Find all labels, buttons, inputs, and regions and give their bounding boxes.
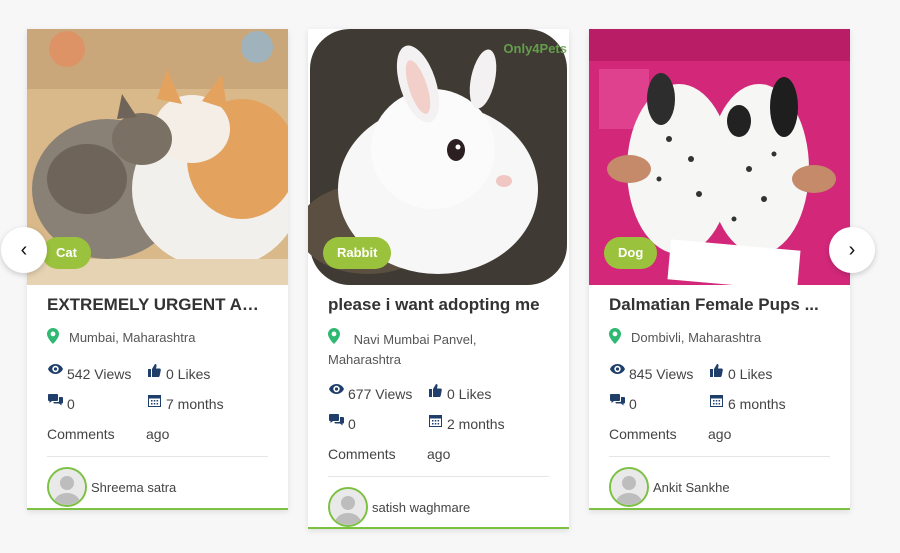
comments-stat[interactable]: 0 Comments	[328, 414, 427, 464]
comments-icon	[47, 394, 63, 406]
listing-card[interactable]: Only4Pets Rabbit please i want adopting …	[308, 29, 569, 529]
location-pin-icon	[609, 328, 621, 350]
location-pin-icon	[328, 328, 340, 350]
calendar-icon	[708, 394, 724, 407]
listing-photo[interactable]: Dog	[589, 29, 850, 285]
listing-title[interactable]: EXTREMELY URGENT AD...	[47, 294, 268, 316]
views-stat: 845 Views	[609, 364, 708, 384]
location-pin-icon	[47, 328, 59, 350]
author-name[interactable]: Shreema satra	[91, 480, 176, 495]
location-text: Mumbai, Maharashtra	[69, 330, 196, 345]
author-name[interactable]: satish waghmare	[372, 500, 470, 515]
likes-stat[interactable]: 0 Likes	[708, 364, 830, 384]
comments-stat[interactable]: 0 Comments	[609, 394, 708, 444]
avatar[interactable]	[328, 487, 368, 527]
comments-icon	[328, 414, 344, 426]
views-stat: 677 Views	[328, 384, 427, 404]
listing-photo[interactable]: Only4Pets Rabbit	[308, 29, 569, 285]
listing-title[interactable]: Dalmatian Female Pups ...	[609, 294, 830, 316]
author-row[interactable]: Ankit Sankhe	[609, 467, 830, 507]
carousel-next-button[interactable]: ›	[829, 227, 875, 273]
listing-stats: 542 Views 0 Likes 0 Comments 7 months ag…	[47, 364, 268, 444]
views-stat: 542 Views	[47, 364, 146, 384]
user-icon	[611, 469, 647, 505]
category-badge[interactable]: Dog	[604, 237, 658, 269]
comments-icon	[609, 394, 625, 406]
listing-card[interactable]: Cat EXTREMELY URGENT AD... Mumbai, Mahar…	[27, 29, 288, 510]
eye-icon	[609, 364, 625, 374]
chevron-right-icon: ›	[848, 238, 856, 261]
author-row[interactable]: satish waghmare	[328, 487, 549, 527]
category-badge[interactable]: Cat	[42, 237, 91, 269]
category-badge[interactable]: Rabbit	[323, 237, 392, 269]
listing-title[interactable]: please i want adopting me	[328, 294, 549, 316]
author-name[interactable]: Ankit Sankhe	[653, 480, 730, 495]
eye-icon	[328, 384, 344, 394]
listing-stats: 677 Views 0 Likes 0 Comments 2 months ag…	[328, 384, 549, 464]
listing-location: Mumbai, Maharashtra	[47, 328, 268, 350]
likes-stat[interactable]: 0 Likes	[427, 384, 549, 404]
user-icon	[49, 469, 85, 505]
listing-card[interactable]: Dog Dalmatian Female Pups ... Dombivli, …	[589, 29, 850, 510]
likes-stat[interactable]: 0 Likes	[146, 364, 268, 384]
chevron-left-icon: ‹	[20, 238, 28, 261]
listing-stats: 845 Views 0 Likes 0 Comments 6 months ag…	[609, 364, 830, 444]
listing-photo[interactable]: Cat	[27, 29, 288, 285]
listing-location: Dombivli, Maharashtra	[609, 328, 830, 350]
carousel-prev-button[interactable]: ‹	[1, 227, 47, 273]
photo-watermark: Only4Pets	[503, 41, 567, 56]
divider	[328, 476, 549, 477]
calendar-icon	[146, 394, 162, 407]
location-text: Navi Mumbai Panvel, Maharashtra	[328, 332, 477, 367]
thumbs-up-icon	[146, 364, 162, 377]
pet-listing-carousel: Cat EXTREMELY URGENT AD... Mumbai, Mahar…	[0, 0, 900, 553]
author-row[interactable]: Shreema satra	[47, 467, 268, 507]
date-stat: 6 months ago	[708, 394, 786, 442]
user-icon	[330, 489, 366, 525]
divider	[47, 456, 268, 457]
eye-icon	[47, 364, 63, 374]
calendar-icon	[427, 414, 443, 427]
divider	[609, 456, 830, 457]
thumbs-up-icon	[427, 384, 443, 397]
listing-location: Navi Mumbai Panvel, Maharashtra	[328, 328, 549, 370]
date-stat: 7 months ago	[146, 394, 224, 442]
location-text: Dombivli, Maharashtra	[631, 330, 762, 345]
comments-stat[interactable]: 0 Comments	[47, 394, 146, 444]
thumbs-up-icon	[708, 364, 724, 377]
avatar[interactable]	[47, 467, 87, 507]
date-stat: 2 months ago	[427, 414, 505, 462]
avatar[interactable]	[609, 467, 649, 507]
